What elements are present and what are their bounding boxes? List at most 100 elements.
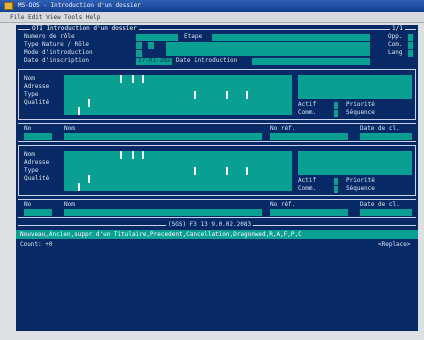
p2-qualite-label: Qualité	[24, 175, 50, 182]
p2-actif-label: Actif	[298, 177, 317, 184]
detail-row-1-bottom-line	[18, 141, 416, 142]
party-block-2-bottom-line	[18, 195, 416, 196]
p2-sequence-label: Séquence	[346, 185, 375, 192]
footer-version: (SGS) F3 13 9.0.02.2083	[166, 221, 254, 229]
role-field[interactable]	[166, 42, 370, 56]
p1-cursor-1	[120, 75, 122, 83]
command-bar[interactable]: Nouveau,Ancien,suppr d'un Titulaire,Prec…	[16, 230, 418, 239]
p2-cursor-4	[194, 167, 196, 175]
p2-cursor-2	[132, 151, 134, 159]
numero-role-label: Numero de rôle	[24, 33, 75, 40]
party-block-2-right-border	[415, 145, 416, 195]
p1-sequence-label: Séquence	[346, 109, 375, 116]
screen-title: OTI Introduction d'un dossier	[30, 25, 139, 33]
p1-adresse-label: Adresse	[24, 83, 50, 90]
party-block-1-bottom-line	[18, 119, 416, 120]
p1-type-label: Type	[24, 91, 39, 98]
p1-cursor-6	[246, 91, 248, 99]
com-field[interactable]	[408, 42, 413, 49]
party-block-1-right-border	[415, 69, 416, 119]
p1-name-address-field[interactable]	[64, 75, 292, 115]
p1-comm-label: Comm.	[298, 109, 317, 116]
p1-cursor-8	[78, 107, 80, 115]
party-block-1-top-line	[18, 69, 416, 70]
detail-row-1-top-line	[18, 123, 416, 124]
r2-nom-field[interactable]	[64, 209, 262, 216]
p1-cursor-7	[88, 99, 90, 107]
r2-no-field[interactable]	[24, 209, 52, 216]
p2-cursor-6	[246, 167, 248, 175]
p2-cursor-3	[142, 151, 144, 159]
party-block-1-left-border	[18, 69, 19, 119]
lang-field[interactable]	[408, 50, 413, 57]
p2-adresse-label: Adresse	[24, 159, 50, 166]
r1-nom-label: Nom	[64, 125, 75, 132]
etape-label: Etape	[184, 33, 203, 40]
page-indicator: 1/1	[390, 25, 405, 33]
numero-role-field[interactable]	[136, 34, 178, 41]
etape-field[interactable]	[212, 34, 370, 41]
lang-label: Lang	[388, 49, 403, 56]
p1-comm-field[interactable]	[334, 110, 338, 117]
status-mode: <Replace>	[378, 241, 411, 248]
window-title: MS-DOS - Introduction d'un dossier	[18, 2, 141, 9]
p2-cursor-1	[120, 151, 122, 159]
r1-date-field[interactable]	[360, 133, 412, 140]
r1-no-ref-field[interactable]	[270, 133, 348, 140]
p1-actif-label: Actif	[298, 101, 317, 108]
p1-cursor-3	[142, 75, 144, 83]
r2-date-label: Date de cl.	[360, 201, 400, 208]
com-label: Com.	[388, 41, 403, 48]
detail-row-2-bottom-line	[18, 217, 416, 218]
p2-type-label: Type	[24, 167, 39, 174]
terminal-screen: OTI Introduction d'un dossier 1/1 Numero…	[16, 25, 418, 331]
r1-nom-field[interactable]	[64, 133, 262, 140]
r1-date-label: Date de cl.	[360, 125, 400, 132]
detail-row-2-top-line	[18, 199, 416, 200]
p2-name-address-field[interactable]	[64, 151, 292, 191]
r1-no-ref-label: No réf.	[270, 125, 296, 132]
mode-introduction-field[interactable]	[136, 50, 142, 57]
date-introduction-label: Date introduction	[176, 57, 238, 64]
p2-priorite-label: Priorité	[346, 177, 375, 184]
r2-no-ref-label: No réf.	[270, 201, 296, 208]
p1-cursor-4	[194, 91, 196, 99]
p1-qualite-label: Qualité	[24, 99, 50, 106]
r2-date-field[interactable]	[360, 209, 412, 216]
p2-extra-field[interactable]	[298, 151, 412, 175]
r2-nom-label: Nom	[64, 201, 75, 208]
p1-extra-field[interactable]	[298, 75, 412, 99]
party-block-2-top-line	[18, 145, 416, 146]
p2-cursor-8	[78, 183, 80, 191]
p2-cursor-5	[226, 167, 228, 175]
p2-nom-label: Nom	[24, 151, 35, 158]
type-nature-label: Type Nature / Rôle	[24, 41, 90, 48]
party-block-2-left-border	[18, 145, 19, 195]
app-icon	[4, 2, 13, 10]
p1-cursor-5	[226, 91, 228, 99]
type-field[interactable]	[136, 42, 142, 49]
status-count: Count: +0	[20, 241, 53, 248]
window-toolbar: File Edit View Tools Help	[0, 12, 424, 23]
opp-label: Opp.	[388, 33, 403, 40]
r1-no-label: No	[24, 125, 32, 132]
toolbar-menu[interactable]: File Edit View Tools Help	[10, 14, 100, 21]
r2-no-ref-field[interactable]	[270, 209, 348, 216]
p2-actif-field[interactable]	[334, 178, 338, 185]
window-titlebar[interactable]: MS-DOS - Introduction d'un dossier	[0, 0, 424, 12]
date-introduction-field[interactable]	[252, 58, 370, 65]
application-window: MS-DOS - Introduction d'un dossier File …	[0, 0, 424, 340]
p1-priorite-label: Priorité	[346, 101, 375, 108]
p2-comm-field[interactable]	[334, 186, 338, 193]
p1-actif-field[interactable]	[334, 102, 338, 109]
nature-field[interactable]	[148, 42, 154, 49]
date-inscription-value: 17-01-2023	[138, 57, 175, 64]
mode-introduction-label: Mode d'introduction	[24, 49, 93, 56]
p1-cursor-2	[132, 75, 134, 83]
r1-no-field[interactable]	[24, 133, 52, 140]
r2-no-label: No	[24, 201, 32, 208]
opp-field[interactable]	[408, 34, 413, 41]
p2-cursor-7	[88, 175, 90, 183]
p1-nom-label: Nom	[24, 75, 35, 82]
date-inscription-label: Date d'inscription	[24, 57, 90, 64]
